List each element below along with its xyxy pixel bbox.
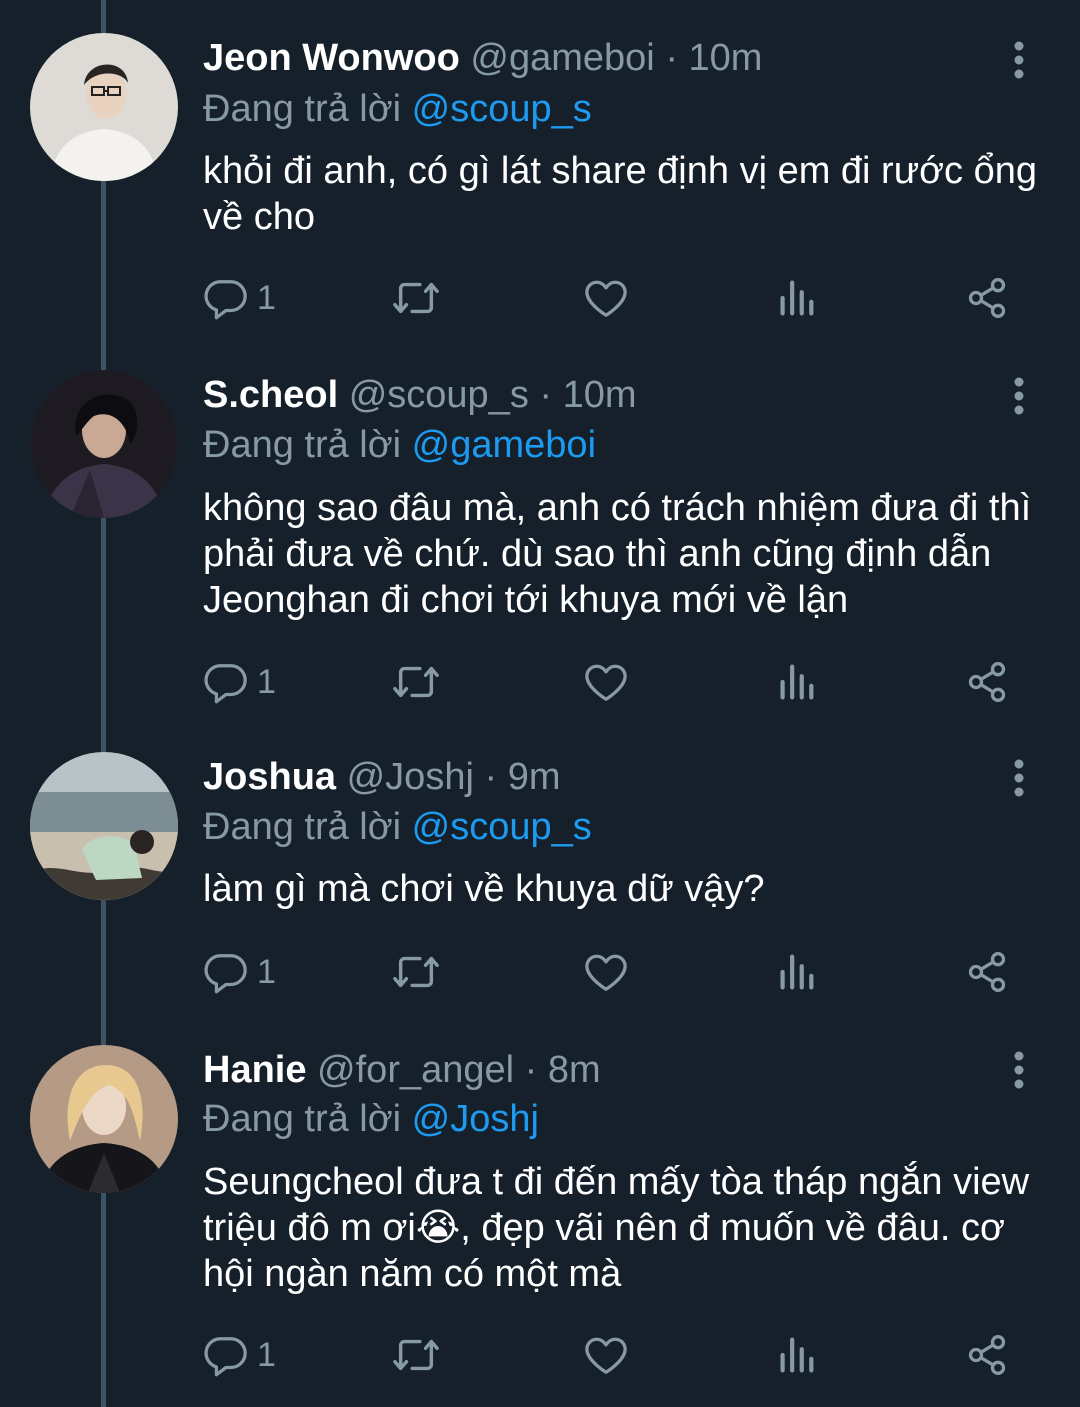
reply-icon [204, 1337, 247, 1377]
more-icon[interactable] [1008, 1050, 1030, 1090]
reply-count: 1 [257, 1335, 276, 1374]
timestamp[interactable]: 8m [548, 1049, 601, 1091]
retweet-button[interactable] [390, 1325, 442, 1385]
tweet[interactable]: Hanie @for_angel · 8m Đang trả lời @Josh… [0, 0, 1080, 1407]
display-name[interactable]: Hanie [203, 1049, 306, 1091]
tweet-header: Hanie @for_angel · 8m [203, 1045, 601, 1095]
tweet-text: Seungcheol đưa t đi đến mấy tòa tháp ngắ… [203, 1161, 1030, 1295]
like-button[interactable] [583, 1325, 629, 1385]
avatar[interactable] [30, 1045, 178, 1193]
share-icon [968, 1335, 1006, 1375]
like-icon [585, 1337, 627, 1374]
user-handle[interactable]: @for_angel [317, 1049, 514, 1091]
views-icon [780, 1337, 814, 1373]
reply-target-link[interactable]: @Joshj [412, 1098, 539, 1140]
action-bar: 1 [0, 1325, 1080, 1385]
retweet-icon [393, 1339, 439, 1371]
replying-to-label: Đang trả lời [203, 1098, 402, 1140]
views-button[interactable] [776, 1325, 816, 1385]
share-button[interactable] [965, 1325, 1009, 1385]
replying-to: Đang trả lời @Joshj [203, 1094, 539, 1144]
reply-button[interactable]: 1 [203, 1325, 276, 1385]
separator: · [524, 1049, 538, 1091]
